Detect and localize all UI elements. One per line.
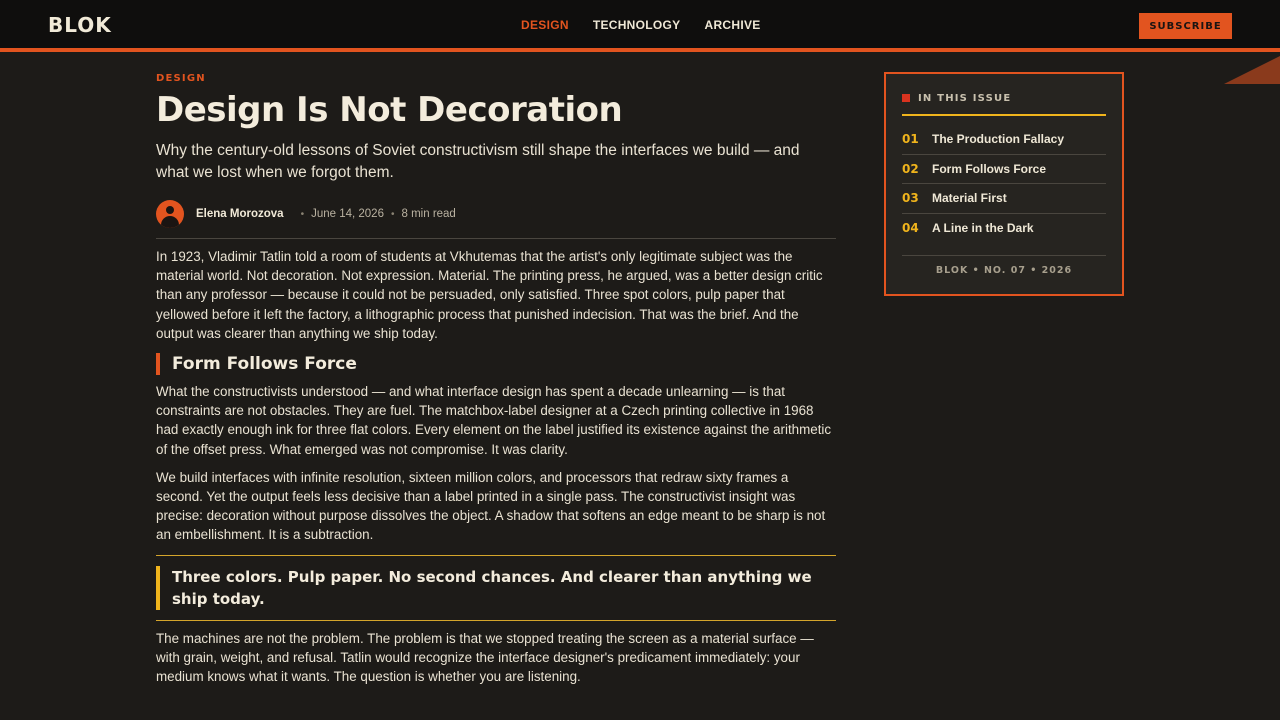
issue-item-number: 01 (902, 132, 919, 147)
issue-item-label[interactable]: Material First (932, 191, 1007, 205)
avatar-head-shape (166, 206, 174, 214)
decorative-corner-triangle (1224, 56, 1280, 84)
meta-separator: • (300, 208, 305, 220)
meta-separator: • (390, 208, 395, 220)
issue-item[interactable]: 03 Material First (902, 184, 1106, 214)
pull-quote-block: Three colors. Pulp paper. No second chan… (156, 554, 836, 621)
article-paragraph: What the constructivists understood — an… (156, 384, 832, 457)
article-paragraph: In 1923, Vladimir Tatlin told a room of … (156, 249, 823, 341)
issue-item[interactable]: 04 A Line in the Dark (902, 214, 1106, 244)
nav-link-archive[interactable]: ARCHIVE (704, 18, 760, 32)
issue-footer: BLOK • NO. 07 • 2026 (935, 265, 1073, 276)
article-category[interactable]: DESIGN (156, 73, 836, 84)
in-this-issue-panel: IN THIS ISSUE 01 The Production Fallacy … (884, 72, 1124, 296)
avatar-body-shape (161, 216, 179, 228)
issue-item-label[interactable]: The Production Fallacy (932, 132, 1064, 146)
subscribe-button[interactable]: SUBSCRIBE (1139, 13, 1232, 39)
author-avatar[interactable] (156, 200, 184, 228)
issue-contents-list: 01 The Production Fallacy 02 Form Follow… (902, 125, 1106, 243)
article: DESIGN Design Is Not Decoration Why the … (156, 66, 836, 686)
panel-title-underline (902, 114, 1106, 116)
panel-header: IN THIS ISSUE (902, 90, 1106, 106)
publish-date: June 14, 2026 (311, 208, 384, 220)
issue-item-number: 02 (902, 161, 919, 176)
article-paragraph: The machines are not the problem. The pr… (156, 630, 814, 685)
section-heading: Form Follows Force (156, 353, 836, 376)
issue-item-label[interactable]: Form Follows Force (932, 162, 1046, 176)
byline-divider (156, 238, 836, 239)
issue-item[interactable]: 02 Form Follows Force (902, 155, 1106, 184)
issue-item-number: 04 (902, 221, 919, 236)
panel-footer-divider (902, 255, 1106, 256)
read-time: 8 min read (401, 208, 456, 220)
main-nav: DESIGN TECHNOLOGY ARCHIVE (521, 18, 761, 32)
byline: Elena Morozova • June 14, 2026 • 8 min r… (156, 200, 836, 228)
nav-link-design[interactable]: DESIGN (521, 18, 569, 32)
article-title: Design Is Not Decoration (156, 90, 623, 130)
top-navigation-bar: BLOK DESIGN TECHNOLOGY ARCHIVE SUBSCRIBE (0, 0, 1280, 52)
panel-title: IN THIS ISSUE (918, 92, 1012, 104)
nav-link-technology[interactable]: TECHNOLOGY (593, 18, 681, 32)
author-name[interactable]: Elena Morozova (196, 208, 284, 220)
pull-quote: Three colors. Pulp paper. No second chan… (156, 565, 836, 610)
issue-item-label[interactable]: A Line in the Dark (932, 221, 1034, 235)
issue-item[interactable]: 01 The Production Fallacy (902, 125, 1106, 155)
article-paragraph: We build interfaces with infinite resolu… (156, 469, 826, 543)
article-subtitle: Why the century-old lessons of Soviet co… (156, 142, 800, 181)
site-logo[interactable]: BLOK (48, 13, 112, 37)
issue-item-number: 03 (902, 191, 919, 206)
square-marker-icon (902, 94, 910, 102)
